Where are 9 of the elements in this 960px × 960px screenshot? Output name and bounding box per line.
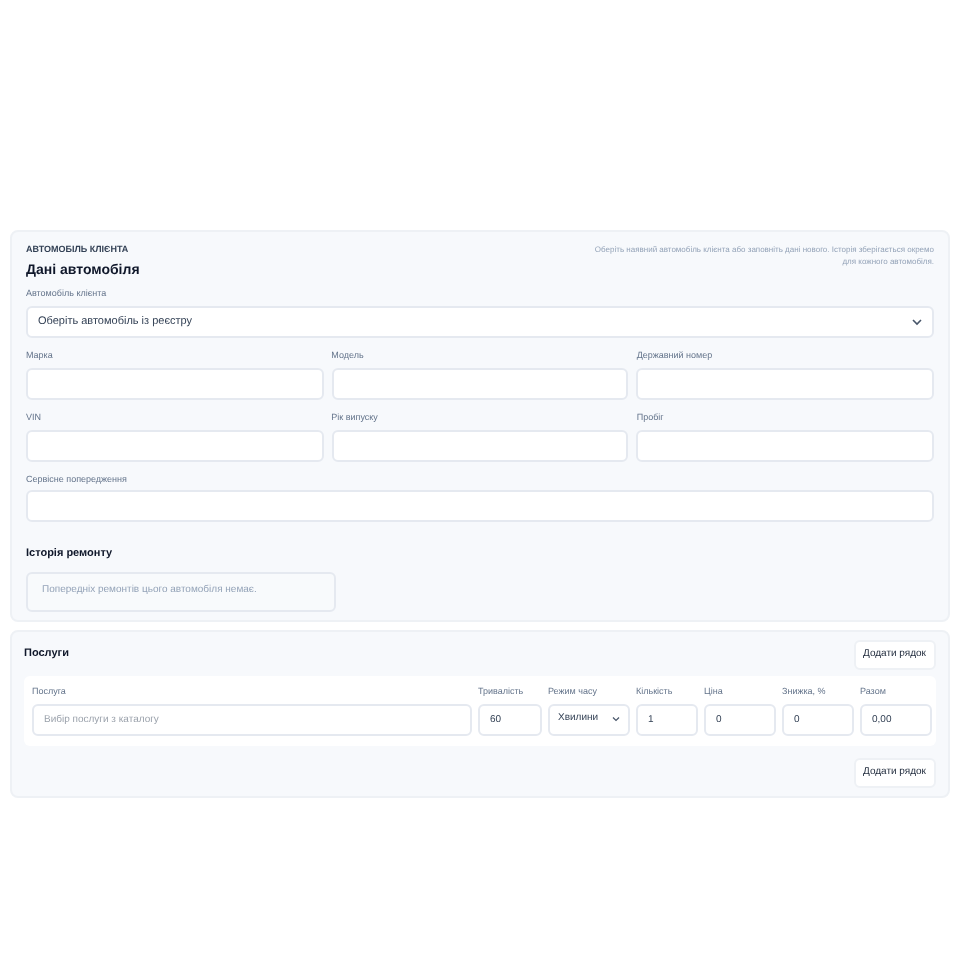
input-field[interactable] — [331, 429, 629, 461]
input-field[interactable] — [636, 367, 934, 400]
input-field[interactable] — [636, 429, 934, 461]
input-field[interactable] — [26, 490, 934, 523]
chevron-down-icon — [912, 318, 922, 326]
input-field[interactable] — [26, 367, 324, 400]
input-field[interactable] — [331, 367, 629, 400]
input-field[interactable] — [26, 429, 324, 461]
chevron-down-icon — [612, 716, 620, 723]
